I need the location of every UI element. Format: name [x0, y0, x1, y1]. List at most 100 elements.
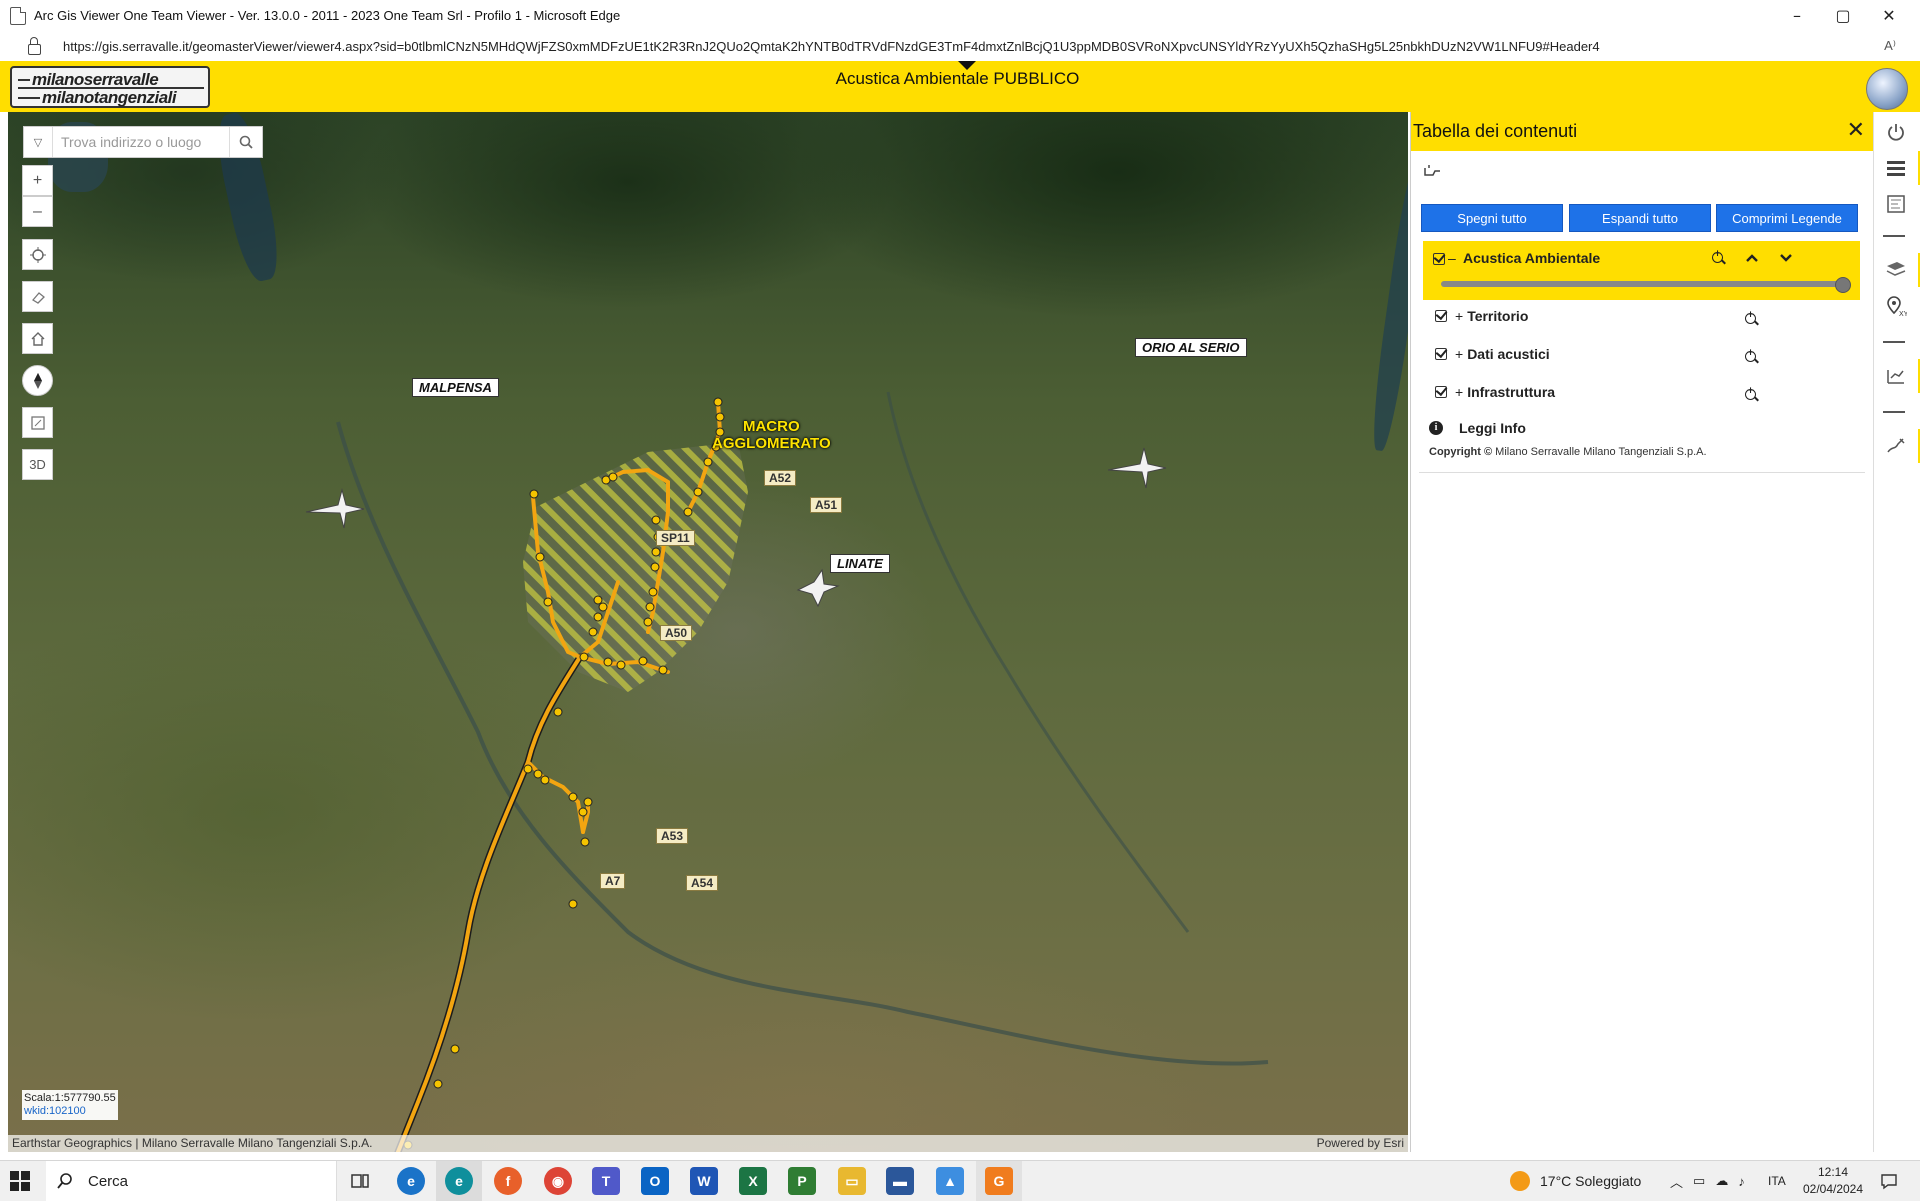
road-label-a50: A50 — [660, 625, 693, 641]
url-field[interactable]: https://gis.serravalle.it/geomasterViewe… — [63, 39, 1843, 54]
taskbar-search[interactable]: Cerca — [46, 1161, 337, 1201]
minimize-button[interactable]: – — [1774, 0, 1820, 31]
zoom-to-layer-icon[interactable] — [1712, 249, 1723, 263]
edge-app-icon[interactable]: e — [445, 1167, 473, 1195]
zoom-to-territorio-icon[interactable] — [1745, 310, 1756, 324]
map-overlay — [305, 391, 1269, 1152]
label-malpensa: MALPENSA — [412, 378, 499, 397]
maximize-button[interactable]: ▢ — [1820, 0, 1866, 31]
macro-agglomerato-area[interactable] — [523, 442, 748, 692]
zoom-to-dati-acustici-icon[interactable] — [1745, 348, 1756, 362]
search-icon — [239, 135, 253, 149]
read-info-link[interactable]: Leggi Info — [1459, 420, 1526, 436]
search-source-dropdown[interactable]: ▽ — [24, 127, 53, 157]
opacity-slider[interactable] — [1441, 281, 1845, 287]
locate-button[interactable] — [22, 239, 53, 270]
draw-icon — [1887, 438, 1905, 453]
search-button[interactable] — [229, 127, 262, 157]
start-button[interactable] — [10, 1171, 30, 1191]
file-explorer-app-icon[interactable]: ▭ — [838, 1167, 866, 1195]
sublayer-expand-toggle[interactable]: + — [1455, 308, 1463, 324]
firefox-app-icon[interactable]: f — [494, 1167, 522, 1195]
measure-button[interactable] — [1874, 359, 1920, 393]
notifications-button[interactable] — [1880, 1161, 1898, 1201]
sublayer-checkbox[interactable] — [1435, 310, 1447, 322]
layer-acustica-ambientale: – Acustica Ambientale — [1423, 241, 1860, 300]
read-aloud-icon[interactable]: A⁾ — [1884, 38, 1896, 54]
network-icon[interactable]: ▭ — [1693, 1173, 1705, 1189]
eraser-icon — [31, 291, 45, 304]
layers-list-button[interactable] — [1874, 151, 1920, 185]
collapse-legends-button[interactable]: Comprimi Legende — [1716, 204, 1858, 232]
ie-app-icon[interactable]: e — [397, 1167, 425, 1195]
fullscreen-button[interactable] — [22, 407, 53, 438]
road-label-sp11: SP11 — [656, 530, 695, 546]
layer-checkbox[interactable] — [1433, 253, 1445, 265]
window-titlebar: Arc Gis Viewer One Team Viewer - Ver. 13… — [0, 0, 1920, 32]
erase-button[interactable] — [22, 281, 53, 312]
fullscreen-icon — [30, 415, 45, 430]
outlook-app-icon[interactable]: O — [641, 1167, 669, 1195]
chevron-up-icon[interactable]: ︿ — [1670, 1172, 1683, 1191]
sublayer-checkbox[interactable] — [1435, 386, 1447, 398]
search-input[interactable] — [53, 133, 229, 151]
system-tray[interactable]: ︿ ▭ ☁ ♪ — [1670, 1161, 1745, 1201]
basemap-button[interactable] — [1874, 253, 1920, 287]
weather-widget[interactable]: 17°C Soleggiato — [1510, 1161, 1641, 1201]
chrome-app-icon[interactable]: ◉ — [544, 1167, 572, 1195]
sublayer-expand-toggle[interactable]: + — [1455, 384, 1463, 400]
zoom-out-button[interactable]: – — [22, 196, 53, 227]
map-view[interactable]: MALPENSA ORIO AL SERIO LINATE MACRO AGGL… — [8, 112, 1408, 1152]
move-up-icon[interactable] — [1745, 253, 1759, 263]
map-book-icon — [1887, 195, 1905, 213]
powered-by-esri-link[interactable]: Powered by Esri — [1317, 1136, 1404, 1150]
right-toolbar: XY — [1873, 112, 1920, 1152]
zoom-in-button[interactable]: + — [22, 165, 53, 196]
map-attribution: Earthstar Geographics | Milano Serravall… — [8, 1135, 1408, 1152]
power-button[interactable] — [1874, 115, 1918, 149]
zoom-to-infrastruttura-icon[interactable] — [1745, 386, 1756, 400]
sublayer-checkbox[interactable] — [1435, 348, 1447, 360]
word-app-icon[interactable]: W — [690, 1167, 718, 1195]
opacity-slider-handle[interactable] — [1835, 277, 1851, 293]
legend-button[interactable] — [1874, 187, 1918, 221]
copyright-text: Copyright © Milano Serravalle Milano Tan… — [1429, 446, 1707, 458]
toc-pointer-tool[interactable] — [1423, 162, 1441, 182]
sublayer-dati-acustici: + Dati acustici — [1435, 344, 1550, 364]
home-button[interactable] — [22, 323, 53, 354]
draw-button[interactable] — [1874, 429, 1920, 463]
move-down-icon[interactable] — [1779, 253, 1793, 263]
cloud-icon[interactable]: ☁ — [1715, 1173, 1728, 1189]
sublayer-infrastruttura: + Infrastruttura — [1435, 382, 1555, 402]
globe-icon[interactable] — [1866, 68, 1908, 110]
toc-close-button[interactable]: ✕ — [1847, 118, 1865, 142]
project-app-icon[interactable]: P — [788, 1167, 816, 1195]
lock-icon[interactable] — [28, 36, 41, 55]
volume-icon[interactable]: ♪ — [1738, 1174, 1745, 1189]
layer-collapse-toggle[interactable]: – — [1448, 250, 1456, 266]
power-icon — [1888, 124, 1904, 141]
photos-app-icon[interactable]: ▲ — [936, 1167, 964, 1195]
info-icon: i — [1429, 421, 1443, 435]
expand-all-button[interactable]: Espandi tutto — [1569, 204, 1711, 232]
remote-app-icon[interactable]: ▬ — [886, 1167, 914, 1195]
geoapp-app-icon[interactable]: G — [985, 1167, 1013, 1195]
toc-title: Tabella dei contenuti — [1413, 121, 1578, 141]
close-button[interactable]: ✕ — [1866, 0, 1912, 31]
windows-taskbar: Cerca e e f ◉ T O W X P ▭ ▬ ▲ G 17°C Sol… — [0, 1160, 1920, 1201]
sublayer-name: Dati acustici — [1467, 346, 1550, 362]
info-row[interactable]: i Leggi Info — [1429, 420, 1526, 436]
compass-button[interactable] — [22, 365, 53, 396]
3d-button[interactable]: 3D — [22, 449, 53, 480]
language-indicator[interactable]: ITA — [1768, 1161, 1786, 1201]
address-search: ▽ — [23, 126, 263, 158]
sun-icon — [1510, 1171, 1530, 1191]
teams-app-icon[interactable]: T — [592, 1167, 620, 1195]
sublayer-expand-toggle[interactable]: + — [1455, 346, 1463, 362]
excel-app-icon[interactable]: X — [739, 1167, 767, 1195]
sublayer-name: Territorio — [1467, 308, 1529, 324]
coordinates-button[interactable]: XY — [1874, 289, 1918, 323]
taskbar-clock[interactable]: 12:14 02/04/2024 — [1793, 1164, 1873, 1198]
task-view-button[interactable] — [346, 1167, 374, 1195]
turn-off-all-button[interactable]: Spegni tutto — [1421, 204, 1563, 232]
